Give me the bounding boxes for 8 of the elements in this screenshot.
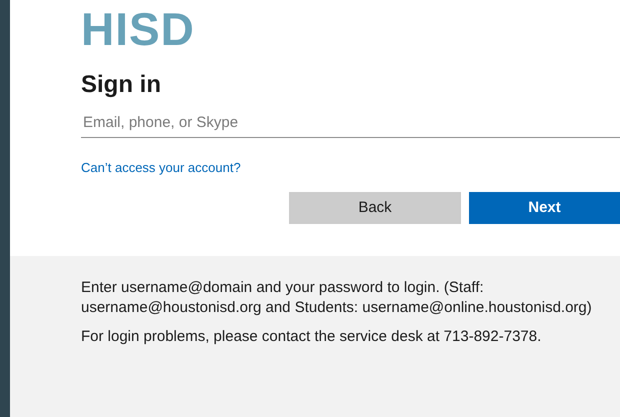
email-input-field[interactable]: Email, phone, or Skype (81, 108, 620, 138)
info-paragraph: For login problems, please contact the service desk at 713-892-7378. (81, 327, 542, 346)
cant-access-account-link[interactable]: Can’t access your account? (81, 160, 241, 175)
next-button[interactable]: Next (469, 192, 620, 224)
back-button[interactable]: Back (289, 192, 461, 224)
logo: HISD (81, 8, 196, 50)
info-paragraph: Enter username@domain and your password to login. (Staff: username@houstonisd.org and Students: username@online.houstonisd.org) (81, 278, 593, 317)
sign-in-heading: Sign in (81, 70, 162, 100)
